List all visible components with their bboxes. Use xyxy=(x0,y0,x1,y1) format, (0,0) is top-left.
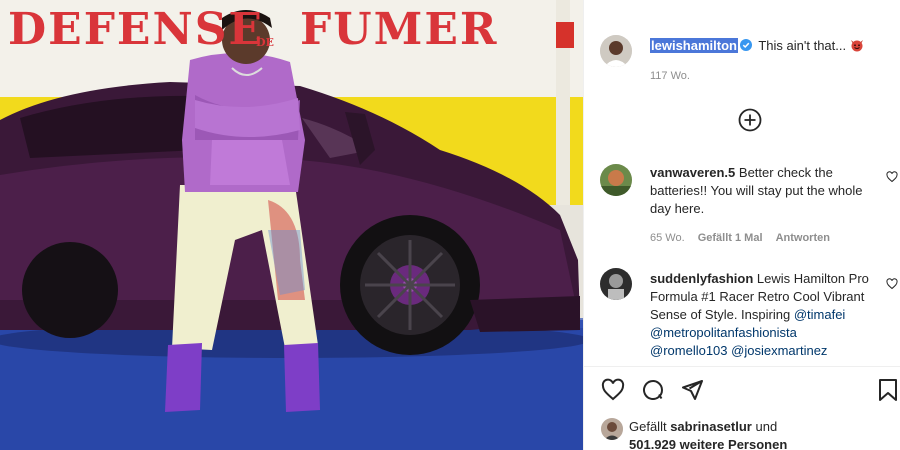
caption-text: This ain't that... xyxy=(758,38,847,53)
likes-prefix: Gefällt xyxy=(629,419,667,434)
comment-icon[interactable] xyxy=(641,378,665,402)
devil-emoji-icon xyxy=(850,40,863,52)
comment-1-likes[interactable]: Gefällt 1 Mal xyxy=(698,232,763,244)
bookmark-icon[interactable] xyxy=(878,378,898,402)
comment-2: suddenlyfashion Lewis Hamilton Pro Formu… xyxy=(650,270,872,360)
photo-scene xyxy=(0,0,583,450)
comment-like-icon[interactable] xyxy=(886,278,898,290)
share-icon[interactable] xyxy=(680,378,704,402)
verified-badge-icon xyxy=(739,39,752,51)
comment-like-icon[interactable] xyxy=(886,171,898,183)
likes-summary: Gefällt sabrinasetlur und 501.929 weiter… xyxy=(629,418,894,450)
mention-link[interactable]: @josiexmartinez xyxy=(731,343,827,358)
commenter-avatar[interactable] xyxy=(600,268,632,300)
comment-1: vanwaveren.5 Better check the batteries!… xyxy=(650,164,870,218)
mention-link[interactable]: @romello103 xyxy=(650,343,728,358)
comment-1-username[interactable]: vanwaveren.5 xyxy=(650,165,735,180)
wall-lettering-left: DEFENSE xyxy=(8,4,264,55)
mention-link[interactable]: @timafei xyxy=(794,307,846,322)
heart-icon[interactable] xyxy=(601,378,625,402)
comment-2-username[interactable]: suddenlyfashion xyxy=(650,271,753,286)
divider xyxy=(584,366,900,367)
liker-avatar[interactable] xyxy=(601,418,623,440)
post-photo[interactable]: DEFENSE DE FUMER xyxy=(0,0,583,450)
likes-conjunction: und xyxy=(755,419,778,434)
wall-lettering-right: FUMER xyxy=(300,4,499,55)
mention-link[interactable]: @metropolitanfashionista xyxy=(650,325,797,340)
reply-button[interactable]: Antworten xyxy=(776,232,830,244)
liker-username[interactable]: sabrinasetlur xyxy=(670,419,752,434)
comment-1-meta: 65 Wo. Gefällt 1 Mal Antworten xyxy=(650,232,840,244)
wall-lettering-small: DE xyxy=(256,36,274,49)
comment-1-age: 65 Wo. xyxy=(650,232,685,244)
author-username[interactable]: lewishamilton xyxy=(650,38,738,53)
post-caption: lewishamilton This ain't that... xyxy=(650,37,890,55)
author-avatar[interactable] xyxy=(600,35,632,67)
caption-age: 117 Wo. xyxy=(650,70,690,82)
comments-panel: lewishamilton This ain't that... 117 Wo.… xyxy=(583,0,900,450)
likes-count[interactable]: 501.929 weitere Personen xyxy=(629,437,787,450)
commenter-avatar[interactable] xyxy=(600,164,632,196)
plus-circle-icon[interactable] xyxy=(738,108,762,132)
